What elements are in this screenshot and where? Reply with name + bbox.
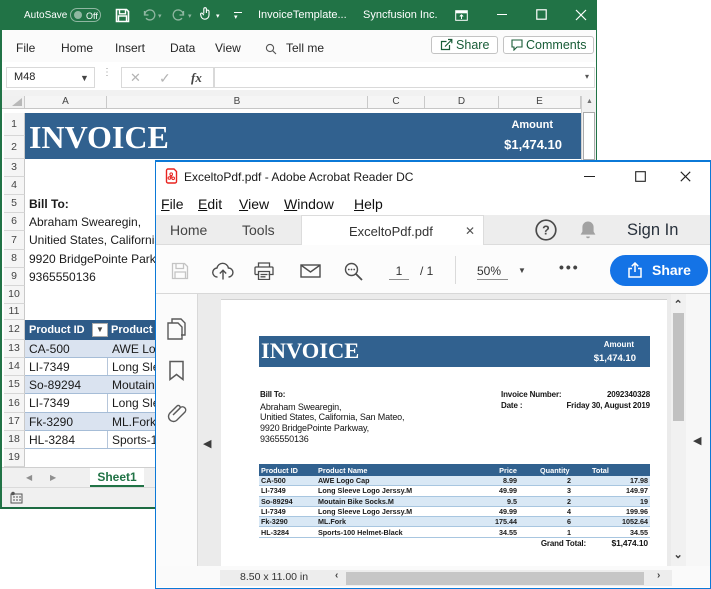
svg-text:?: ? — [542, 224, 550, 238]
